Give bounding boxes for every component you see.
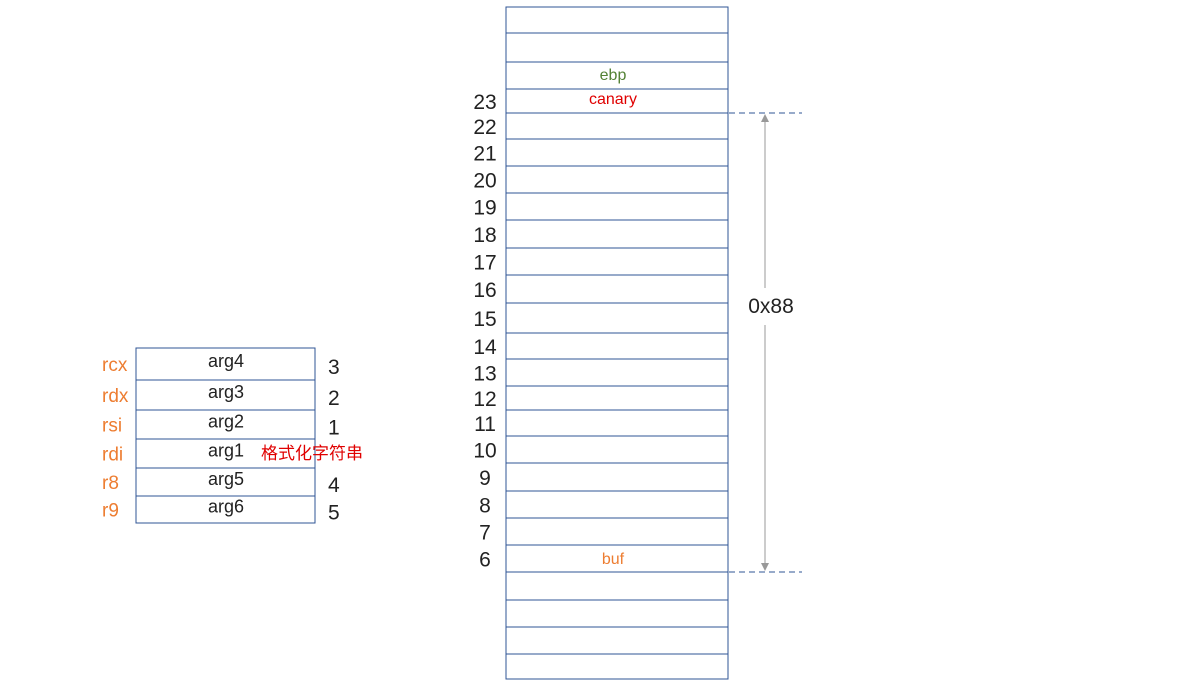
diagram-svg: rcx arg4 3 rdx arg3 2 rsi arg2 1 rdi arg1 r8 arg5 4 r9…	[102, 6, 802, 680]
stack-slot-number: 12	[473, 388, 496, 411]
stack-slot-number: 19	[473, 197, 496, 220]
stack-slot-number: 13	[473, 363, 496, 386]
stack-slot-number: 7	[479, 522, 491, 545]
stack-slot-number: 18	[473, 224, 496, 247]
arg-name: arg1	[208, 441, 244, 461]
register-name: rdi	[102, 445, 123, 466]
stack-slot-number: 21	[473, 143, 496, 166]
register-name: r9	[102, 501, 119, 522]
register-name: r8	[102, 473, 119, 494]
arg-index: 2	[328, 387, 340, 410]
buf-label: buf	[602, 551, 625, 568]
stack-slot-number: 14	[473, 336, 497, 359]
stack-slot-number: 16	[473, 279, 496, 302]
arg-name: arg3	[208, 382, 244, 402]
stack-slot-number: 15	[473, 308, 496, 331]
canary-label: canary	[589, 91, 637, 108]
register-name: rsi	[102, 416, 122, 437]
ebp-label: ebp	[600, 67, 627, 84]
stack-slot-number: 20	[473, 170, 496, 193]
arg-name: arg4	[208, 351, 244, 371]
stack-slot-number: 23	[473, 91, 496, 114]
arg-name: arg5	[208, 469, 244, 489]
stack-slot-number: 11	[474, 413, 496, 436]
dimension-label: 0x88	[748, 295, 794, 318]
stack-slot-number: 8	[479, 495, 491, 518]
stack-diagram: rcx arg4 3 rdx arg3 2 rsi arg2 1 rdi arg1 r8 arg5 4 r9…	[0, 0, 1185, 684]
stack-slot-number: 10	[473, 440, 496, 463]
arg-index: 3	[328, 356, 340, 379]
register-table: rcx arg4 3 rdx arg3 2 rsi arg2 1 rdi arg1 r8 arg5 4 r9…	[102, 347, 363, 525]
stack-slot-number: 17	[473, 252, 496, 275]
arg-index: 1	[328, 417, 340, 440]
stack-slot-number: 9	[479, 467, 491, 490]
stack-slot-number: 6	[479, 549, 491, 572]
arg-name: arg6	[208, 497, 244, 517]
arg-name: arg2	[208, 412, 244, 432]
arg-index: 4	[328, 474, 340, 497]
stack-slot-number: 22	[473, 116, 496, 139]
format-string-label: 格式化字符串	[261, 444, 363, 463]
register-name: rdx	[102, 386, 129, 407]
register-name: rcx	[102, 355, 128, 376]
arg-index: 5	[328, 502, 340, 525]
